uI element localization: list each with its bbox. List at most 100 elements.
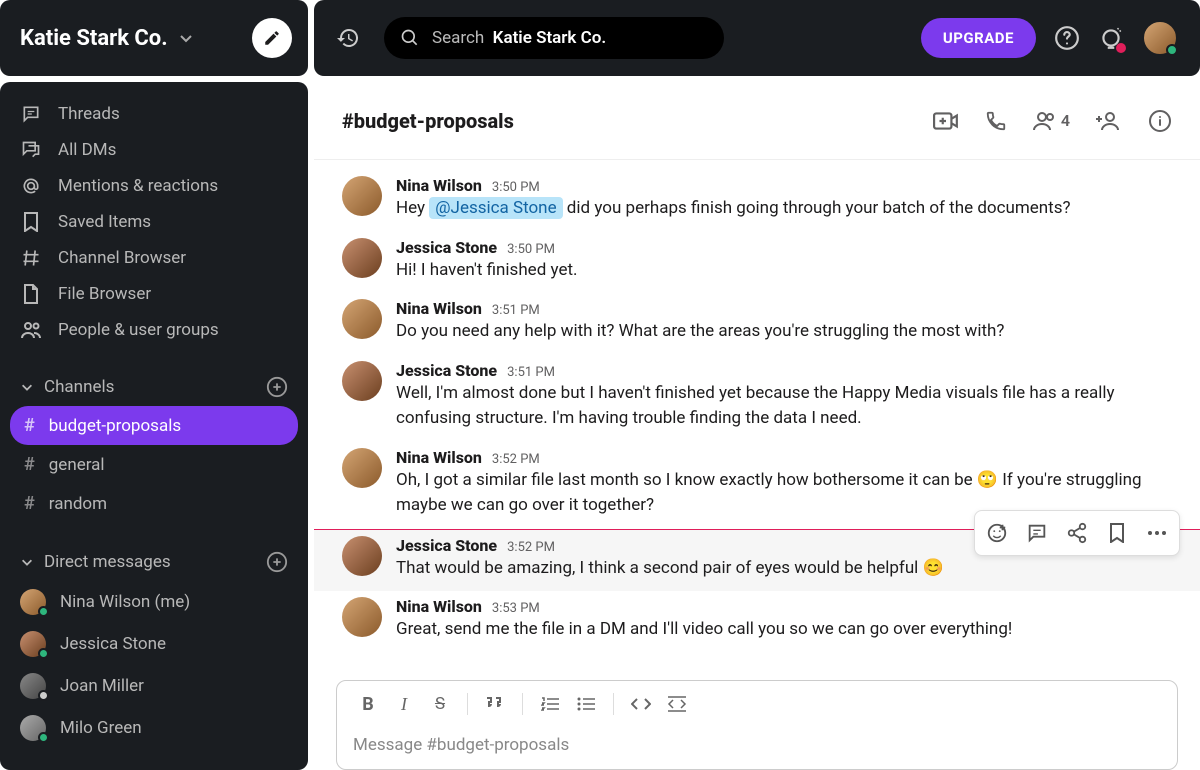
workspace-name: Katie Stark Co.: [20, 26, 168, 51]
message: Nina Wilson 3:50 PMHey @Jessica Stone did…: [314, 170, 1200, 232]
message-text: That would be amazing, I think a second …: [396, 556, 1172, 582]
message-input[interactable]: Message #budget-proposals: [337, 727, 1177, 769]
channel-header: #budget-proposals 4: [314, 82, 1200, 160]
message-time: 3:51 PM: [507, 365, 555, 380]
filebrowser-icon: [20, 284, 42, 304]
nav-dms[interactable]: All DMs: [10, 132, 298, 168]
message: Jessica Stone3:51 PMWell, I'm almost don…: [314, 355, 1200, 442]
message: Nina Wilson 3:53 PMGreat, send me the fil…: [314, 591, 1200, 653]
quote-button[interactable]: [480, 691, 510, 717]
channel-title[interactable]: #budget-proposals: [342, 109, 514, 133]
dm-item[interactable]: Nina Wilson (me): [10, 581, 298, 623]
channels-section-header[interactable]: Channels: [10, 368, 298, 406]
channel-random[interactable]: #random: [10, 484, 298, 523]
ordered-list-button[interactable]: [535, 691, 565, 717]
add-reaction-button[interactable]: [979, 515, 1015, 551]
whats-new-button[interactable]: [1098, 25, 1124, 51]
message-time: 3:50 PM: [507, 242, 555, 257]
compose-button[interactable]: [252, 18, 292, 58]
upgrade-button[interactable]: UPGRADE: [921, 18, 1036, 58]
message-author[interactable]: Nina Wilson: [396, 299, 482, 318]
message-author[interactable]: Jessica Stone: [396, 361, 497, 380]
message: Jessica Stone3:50 PMHi! I haven't finish…: [314, 232, 1200, 294]
notification-dot: [1116, 43, 1126, 53]
avatar[interactable]: [342, 238, 382, 278]
avatar: [20, 589, 46, 615]
workspace-switcher[interactable]: Katie Stark Co.: [0, 0, 308, 76]
channel-content: #budget-proposals 4 Nina Wilson3:50 PMHe…: [314, 82, 1200, 770]
presence-indicator: [1166, 44, 1178, 56]
mentions-icon: [20, 176, 42, 196]
add-video-button[interactable]: [933, 110, 959, 132]
avatar[interactable]: [342, 299, 382, 339]
mention[interactable]: @Jessica Stone: [429, 197, 562, 219]
hash-icon: #: [24, 454, 35, 475]
avatar[interactable]: [342, 448, 382, 488]
message-author[interactable]: Jessica Stone: [396, 536, 497, 555]
call-button[interactable]: [985, 110, 1007, 132]
dm-item[interactable]: Joan Miller: [10, 665, 298, 707]
bullet-list-button[interactable]: [571, 691, 601, 717]
bold-button[interactable]: B: [353, 691, 383, 717]
formatting-toolbar: B I S: [337, 681, 1177, 727]
message-text: Do you need any help with it? What are t…: [396, 319, 1172, 345]
message-text: Hey @Jessica Stone did you perhaps finis…: [396, 196, 1172, 222]
message-time: 3:52 PM: [492, 452, 540, 467]
nav-chanbrowser[interactable]: Channel Browser: [10, 240, 298, 276]
avatar[interactable]: [342, 536, 382, 576]
message-list: Nina Wilson3:50 PMHey @Jessica Stone did…: [314, 160, 1200, 670]
nav-mentions[interactable]: Mentions & reactions: [10, 168, 298, 204]
add-channel-button[interactable]: [266, 376, 288, 398]
share-button[interactable]: [1059, 515, 1095, 551]
channel-general[interactable]: #general: [10, 445, 298, 484]
message-time: 3:53 PM: [492, 601, 540, 616]
bookmark-button[interactable]: [1099, 515, 1135, 551]
people-icon: [20, 321, 42, 339]
dm-item[interactable]: Milo Green: [10, 707, 298, 749]
nav-people[interactable]: People & user groups: [10, 312, 298, 348]
presence-indicator: [38, 648, 49, 659]
presence-indicator: [38, 690, 49, 701]
help-button[interactable]: [1054, 25, 1080, 51]
message-author[interactable]: Nina Wilson: [396, 448, 482, 467]
avatar[interactable]: [342, 597, 382, 637]
message-author[interactable]: Jessica Stone: [396, 238, 497, 257]
avatar: [20, 673, 46, 699]
message-time: 3:52 PM: [507, 540, 555, 555]
add-dm-button[interactable]: [266, 551, 288, 573]
hash-icon: #: [24, 415, 35, 436]
search-input[interactable]: Search Katie Stark Co.: [384, 17, 724, 59]
strike-button[interactable]: S: [425, 691, 455, 717]
info-button[interactable]: [1148, 109, 1172, 133]
avatar: [20, 715, 46, 741]
message-text: Great, send me the file in a DM and I'll…: [396, 617, 1172, 643]
avatar[interactable]: [342, 176, 382, 216]
codeblock-button[interactable]: [662, 691, 692, 717]
dms-icon: [20, 140, 42, 160]
message-author[interactable]: Nina Wilson: [396, 597, 482, 616]
chevron-down-icon: [20, 555, 34, 569]
avatar[interactable]: [342, 361, 382, 401]
thread-button[interactable]: [1019, 515, 1055, 551]
nav-threads[interactable]: Threads: [10, 96, 298, 132]
nav-bookmark[interactable]: Saved Items: [10, 204, 298, 240]
add-people-button[interactable]: [1096, 110, 1122, 132]
channel-budget-proposals[interactable]: #budget-proposals: [10, 406, 298, 445]
user-avatar[interactable]: [1142, 20, 1178, 56]
italic-button[interactable]: I: [389, 691, 419, 717]
message-actions: [974, 510, 1180, 556]
nav-filebrowser[interactable]: File Browser: [10, 276, 298, 312]
members-button[interactable]: 4: [1033, 111, 1070, 131]
message-author[interactable]: Nina Wilson: [396, 176, 482, 195]
more-actions-button[interactable]: [1139, 515, 1175, 551]
message: Jessica Stone 3:52 PMThat would be amazin…: [314, 529, 1200, 592]
sidebar: ThreadsAll DMsMentions & reactionsSaved …: [0, 82, 308, 770]
composer: B I S Message #budget-proposals: [336, 680, 1178, 770]
code-button[interactable]: [626, 691, 656, 717]
threads-icon: [20, 104, 42, 124]
history-button[interactable]: [336, 26, 360, 50]
dm-item[interactable]: Jessica Stone: [10, 623, 298, 665]
message: Nina Wilson3:51 PMDo you need any help w…: [314, 293, 1200, 355]
dms-section-header[interactable]: Direct messages: [10, 543, 298, 581]
message-time: 3:50 PM: [492, 180, 540, 195]
